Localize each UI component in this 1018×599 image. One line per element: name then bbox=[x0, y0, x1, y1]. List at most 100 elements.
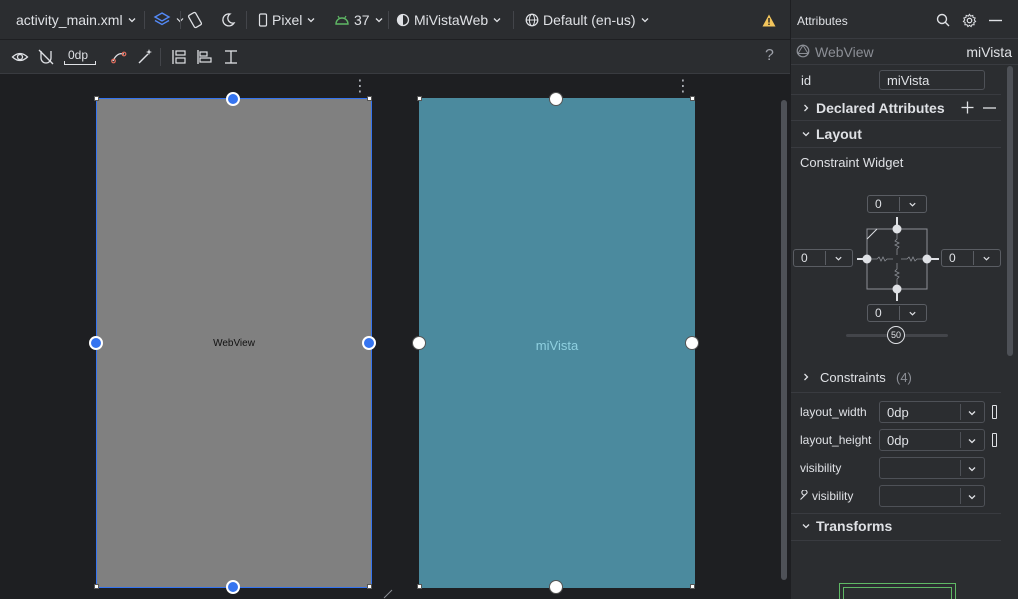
bp-corner-tr bbox=[690, 96, 695, 101]
phone-icon bbox=[258, 13, 268, 27]
bp-anchor-top[interactable] bbox=[549, 92, 563, 106]
tools-visibility-label: visibility bbox=[812, 489, 854, 503]
gear-icon[interactable] bbox=[962, 13, 977, 28]
visibility-label: visibility bbox=[800, 461, 842, 475]
chevron-down-icon bbox=[968, 495, 976, 500]
chevron-down-icon[interactable] bbox=[801, 521, 811, 531]
theme-dropdown[interactable]: MiVistaWeb bbox=[396, 0, 502, 40]
canvas-scrollbar-thumb[interactable] bbox=[781, 100, 787, 580]
margin-top-dropdown[interactable]: 0 bbox=[867, 195, 927, 213]
visibility-dropdown[interactable] bbox=[879, 457, 985, 479]
orientation-button[interactable] bbox=[186, 0, 204, 40]
constraint-widget-label: Constraint Widget bbox=[800, 155, 904, 170]
layers-icon bbox=[153, 12, 171, 26]
add-icon[interactable] bbox=[961, 101, 974, 114]
design-menu-icon[interactable]: ⋮ bbox=[352, 76, 368, 96]
eye-icon[interactable] bbox=[11, 48, 29, 66]
bp-anchor-bottom[interactable] bbox=[549, 580, 563, 594]
warning-button[interactable] bbox=[762, 0, 776, 40]
locale-label: Default (en-us) bbox=[543, 12, 636, 28]
help-icon[interactable]: ? bbox=[765, 47, 774, 65]
top-toolbar: activity_main.xml Pixel 37 MiVistaWeb De… bbox=[0, 0, 790, 40]
search-icon[interactable] bbox=[936, 13, 950, 27]
blueprint-menu-icon[interactable]: ⋮ bbox=[675, 76, 691, 96]
layout-width-dropdown[interactable]: 0dp bbox=[879, 401, 985, 423]
chevron-down-icon[interactable] bbox=[801, 129, 811, 139]
constraint-widget-diagram[interactable] bbox=[851, 212, 945, 306]
default-margin-button[interactable]: 0dp bbox=[62, 46, 98, 66]
design-canvas[interactable]: ⋮ ⋮ WebView miVista bbox=[0, 74, 778, 599]
webview-design[interactable]: WebView bbox=[96, 98, 372, 588]
bias-slider-thumb[interactable]: 50 bbox=[887, 326, 905, 344]
clear-constraints-icon[interactable] bbox=[110, 48, 128, 66]
id-input[interactable]: miVista bbox=[879, 70, 985, 90]
android-icon bbox=[335, 15, 349, 25]
theme-icon bbox=[396, 13, 410, 27]
anchor-left[interactable] bbox=[89, 336, 103, 350]
chevron-right-icon[interactable] bbox=[801, 103, 811, 113]
night-mode-button[interactable] bbox=[220, 0, 236, 40]
api-level-label: 37 bbox=[354, 12, 370, 28]
chevron-down-icon bbox=[493, 18, 501, 23]
align-left-icon[interactable] bbox=[196, 48, 214, 66]
minimize-icon[interactable] bbox=[989, 19, 1002, 22]
webview-blueprint[interactable]: miVista bbox=[419, 98, 695, 588]
bp-corner-bl bbox=[417, 584, 422, 589]
theme-label: MiVistaWeb bbox=[414, 12, 489, 28]
resize-handle-tr[interactable] bbox=[367, 96, 372, 101]
resize-handle-br[interactable] bbox=[367, 584, 372, 589]
widget-type: WebView bbox=[815, 44, 874, 60]
warning-icon bbox=[762, 14, 776, 26]
chevron-down-icon bbox=[307, 18, 315, 23]
id-label: id bbox=[801, 73, 812, 88]
constraints-count: (4) bbox=[896, 370, 912, 385]
layout-header[interactable]: Layout bbox=[816, 126, 862, 142]
tools-visibility-dropdown[interactable] bbox=[879, 485, 985, 507]
magic-wand-icon[interactable] bbox=[136, 48, 154, 66]
chevron-right-icon[interactable] bbox=[801, 372, 811, 382]
margin-left-dropdown[interactable]: 0 bbox=[793, 249, 853, 267]
chevron-down-icon bbox=[909, 311, 916, 316]
margin-bottom-dropdown[interactable]: 0 bbox=[867, 304, 927, 322]
file-dropdown[interactable]: activity_main.xml bbox=[16, 0, 137, 40]
attributes-panel: Attributes WebView miVista id miVista De… bbox=[790, 0, 1018, 599]
chevron-down-icon bbox=[128, 18, 136, 23]
chevron-down-icon bbox=[968, 439, 976, 444]
blueprint-label: miVista bbox=[535, 338, 579, 353]
wrench-icon bbox=[800, 490, 808, 500]
webview-label: WebView bbox=[213, 338, 255, 349]
chevron-down-icon bbox=[641, 18, 649, 23]
transforms-header[interactable]: Transforms bbox=[816, 518, 892, 534]
bp-corner-br bbox=[690, 584, 695, 589]
bp-anchor-right[interactable] bbox=[685, 336, 699, 350]
declared-attributes-header[interactable]: Declared Attributes bbox=[816, 100, 945, 116]
resize-corner-icon[interactable] bbox=[382, 589, 394, 599]
device-dropdown[interactable]: Pixel bbox=[258, 0, 316, 40]
locale-dropdown[interactable]: Default (en-us) bbox=[525, 0, 650, 40]
file-name: activity_main.xml bbox=[16, 12, 123, 28]
layout-width-label: layout_width bbox=[800, 405, 867, 419]
margin-right-dropdown[interactable]: 0 bbox=[941, 249, 1001, 267]
layout-height-resource-icon[interactable] bbox=[992, 433, 997, 447]
attributes-scrollbar-thumb[interactable] bbox=[1007, 66, 1013, 356]
guidelines-icon[interactable] bbox=[222, 48, 240, 66]
api-level-dropdown[interactable]: 37 bbox=[334, 0, 384, 40]
magnet-off-icon[interactable] bbox=[37, 48, 55, 66]
layout-width-resource-icon[interactable] bbox=[992, 405, 997, 419]
transform-preview bbox=[839, 583, 956, 599]
chevron-down-icon bbox=[835, 256, 842, 261]
chevron-down-icon bbox=[968, 411, 976, 416]
layout-height-dropdown[interactable]: 0dp bbox=[879, 429, 985, 451]
anchor-top[interactable] bbox=[226, 92, 240, 106]
remove-icon[interactable] bbox=[983, 107, 996, 109]
pack-icon[interactable] bbox=[170, 48, 188, 66]
anchor-bottom[interactable] bbox=[226, 580, 240, 594]
bp-corner-tl bbox=[417, 96, 422, 101]
design-sub-toolbar: 0dp ? bbox=[0, 40, 790, 74]
resize-handle-bl[interactable] bbox=[94, 584, 99, 589]
webview-icon bbox=[796, 44, 810, 58]
bp-anchor-left[interactable] bbox=[412, 336, 426, 350]
constraints-header[interactable]: Constraints bbox=[820, 370, 886, 385]
anchor-right[interactable] bbox=[362, 336, 376, 350]
resize-handle-tl[interactable] bbox=[94, 96, 99, 101]
